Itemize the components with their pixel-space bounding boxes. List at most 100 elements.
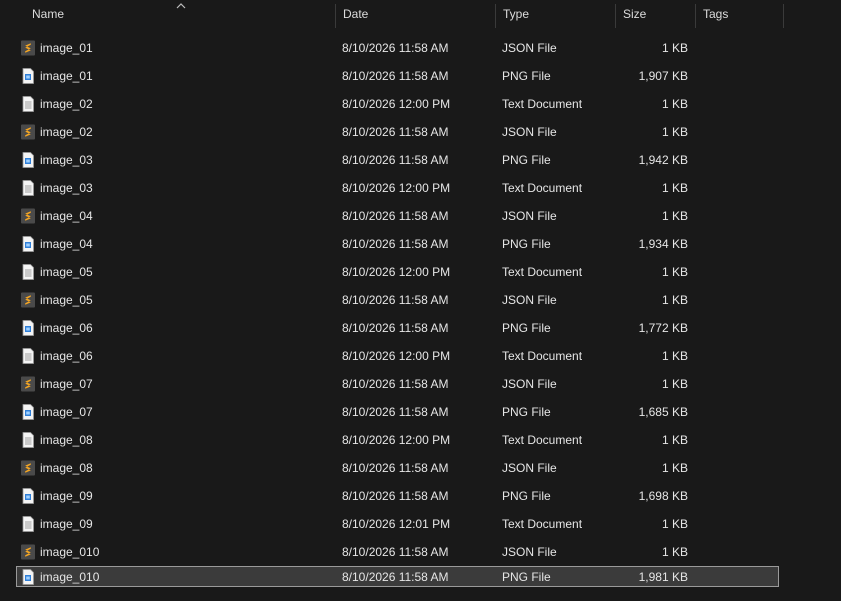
file-type: PNG File — [502, 237, 551, 251]
file-row[interactable]: image_05 8/10/2026 11:58 AM JSON File 1 KB — [0, 286, 784, 314]
text-file-icon — [20, 516, 36, 532]
file-date: 8/10/2026 11:58 AM — [342, 545, 449, 559]
file-name: image_04 — [40, 237, 93, 251]
text-file-icon — [20, 264, 36, 280]
file-name: image_07 — [40, 405, 93, 419]
file-date: 8/10/2026 12:00 PM — [342, 265, 451, 279]
file-type: Text Document — [502, 181, 583, 195]
file-size: 1 KB — [661, 517, 688, 531]
column-header-name-label: Name — [32, 7, 65, 21]
column-header-name[interactable]: Name — [0, 3, 336, 28]
column-header-tags[interactable]: Tags — [696, 4, 784, 28]
file-date: 8/10/2026 12:01 PM — [342, 517, 451, 531]
file-row[interactable]: image_03 8/10/2026 12:00 PM Text Document 1… — [0, 174, 784, 202]
png-file-icon — [20, 404, 36, 420]
file-name: image_06 — [40, 321, 93, 335]
png-file-icon — [20, 569, 36, 585]
file-name: image_08 — [40, 461, 93, 475]
file-row[interactable]: image_09 8/10/2026 12:01 PM Text Document 1… — [0, 510, 784, 538]
file-type: JSON File — [502, 377, 557, 391]
text-file-icon — [20, 96, 36, 112]
file-type: PNG File — [502, 489, 551, 503]
file-type: JSON File — [502, 545, 557, 559]
file-row[interactable]: image_07 8/10/2026 11:58 AM JSON File 1 KB — [0, 370, 784, 398]
file-row[interactable]: image_010 8/10/2026 11:58 AM JSON File 1 KB — [0, 538, 784, 566]
file-type: JSON File — [502, 41, 557, 55]
json-file-icon — [20, 544, 36, 560]
file-name: image_08 — [40, 433, 93, 447]
file-size: 1 KB — [661, 41, 688, 55]
file-row[interactable]: image_01 8/10/2026 11:58 AM PNG File 1,907 … — [0, 62, 784, 90]
file-row[interactable]: image_05 8/10/2026 12:00 PM Text Document 1… — [0, 258, 784, 286]
column-header-tags-label: Tags — [703, 7, 729, 21]
file-row[interactable]: image_06 8/10/2026 11:58 AM PNG File 1,772 … — [0, 314, 784, 342]
file-date: 8/10/2026 11:58 AM — [342, 237, 449, 251]
file-name: image_09 — [40, 517, 93, 531]
file-name: image_04 — [40, 209, 93, 223]
png-file-icon — [20, 68, 36, 84]
column-header-type[interactable]: Type — [496, 4, 616, 28]
file-name: image_02 — [40, 125, 93, 139]
json-file-icon — [20, 124, 36, 140]
file-date: 8/10/2026 12:00 PM — [342, 97, 451, 111]
file-row[interactable]: image_04 8/10/2026 11:58 AM PNG File 1,934 … — [0, 230, 784, 258]
file-row[interactable]: image_04 8/10/2026 11:58 AM JSON File 1 KB — [0, 202, 784, 230]
file-date: 8/10/2026 11:58 AM — [342, 125, 449, 139]
column-header-size[interactable]: Size — [616, 4, 696, 28]
png-file-icon — [20, 152, 36, 168]
file-row[interactable]: image_06 8/10/2026 12:00 PM Text Document 1… — [0, 342, 784, 370]
file-type: Text Document — [502, 433, 583, 447]
column-header-bar: Name Date Type Size Tags — [0, 0, 841, 30]
file-name: image_01 — [40, 41, 93, 55]
file-date: 8/10/2026 11:58 AM — [342, 153, 449, 167]
file-date: 8/10/2026 11:58 AM — [342, 570, 449, 584]
png-file-icon — [20, 488, 36, 504]
file-size: 1,685 KB — [638, 405, 688, 419]
file-row[interactable]: image_010 8/10/2026 11:58 AM PNG File 1,981… — [0, 566, 784, 594]
json-file-icon — [20, 292, 36, 308]
file-row[interactable]: image_08 8/10/2026 12:00 PM Text Document 1… — [0, 426, 784, 454]
file-date: 8/10/2026 12:00 PM — [342, 433, 451, 447]
file-row[interactable]: image_09 8/10/2026 11:58 AM PNG File 1,698 … — [0, 482, 784, 510]
file-name: image_010 — [40, 545, 100, 559]
file-list: image_01 8/10/2026 11:58 AM JSON File 1 KB i… — [0, 34, 841, 594]
file-type: PNG File — [502, 405, 551, 419]
text-file-icon — [20, 432, 36, 448]
file-type: Text Document — [502, 517, 583, 531]
file-row[interactable]: image_03 8/10/2026 11:58 AM PNG File 1,942 … — [0, 146, 784, 174]
file-size: 1 KB — [661, 349, 688, 363]
file-size: 1,934 KB — [638, 237, 688, 251]
file-row[interactable]: image_02 8/10/2026 12:00 PM Text Document 1… — [0, 90, 784, 118]
file-type: JSON File — [502, 125, 557, 139]
file-type: PNG File — [502, 69, 551, 83]
file-row[interactable]: image_02 8/10/2026 11:58 AM JSON File 1 KB — [0, 118, 784, 146]
file-row[interactable]: image_07 8/10/2026 11:58 AM PNG File 1,685 … — [0, 398, 784, 426]
file-date: 8/10/2026 11:58 AM — [342, 209, 449, 223]
file-size: 1 KB — [661, 461, 688, 475]
file-size: 1 KB — [661, 181, 688, 195]
file-row[interactable]: image_08 8/10/2026 11:58 AM JSON File 1 KB — [0, 454, 784, 482]
file-type: Text Document — [502, 349, 583, 363]
sort-ascending-icon — [176, 3, 186, 9]
file-date: 8/10/2026 11:58 AM — [342, 405, 449, 419]
file-name: image_09 — [40, 489, 93, 503]
file-name: image_07 — [40, 377, 93, 391]
file-date: 8/10/2026 12:00 PM — [342, 181, 451, 195]
text-file-icon — [20, 348, 36, 364]
file-size: 1,698 KB — [638, 489, 688, 503]
file-size: 1 KB — [661, 293, 688, 307]
file-name: image_03 — [40, 153, 93, 167]
file-size: 1 KB — [661, 209, 688, 223]
json-file-icon — [20, 208, 36, 224]
file-type: Text Document — [502, 265, 583, 279]
file-name: image_02 — [40, 97, 93, 111]
file-date: 8/10/2026 11:58 AM — [342, 489, 449, 503]
column-header-date[interactable]: Date — [336, 4, 496, 28]
file-row[interactable]: image_01 8/10/2026 11:58 AM JSON File 1 KB — [0, 34, 784, 62]
json-file-icon — [20, 376, 36, 392]
file-type: JSON File — [502, 293, 557, 307]
file-size: 1 KB — [661, 125, 688, 139]
file-type: PNG File — [502, 321, 551, 335]
file-date: 8/10/2026 11:58 AM — [342, 41, 449, 55]
column-header-date-label: Date — [343, 7, 369, 21]
